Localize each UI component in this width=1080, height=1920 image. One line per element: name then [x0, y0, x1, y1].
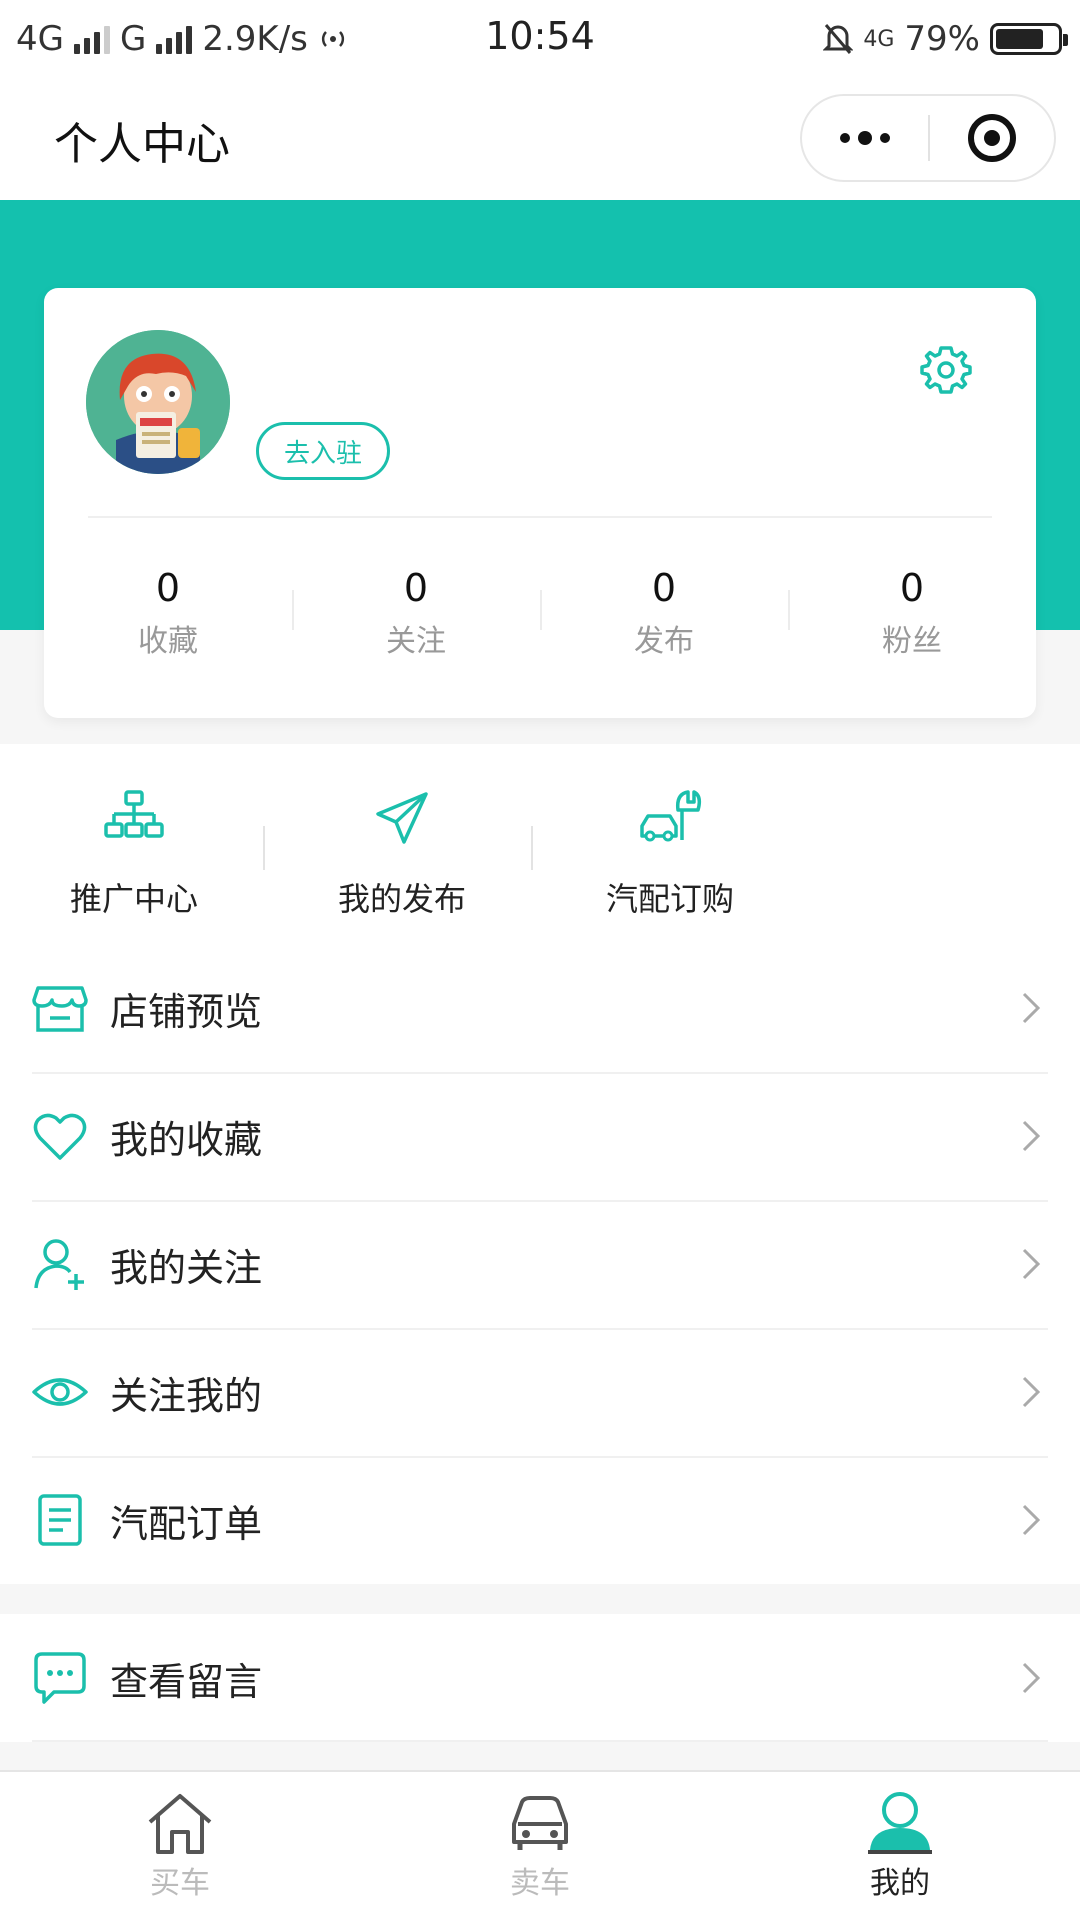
network-label-3: 4G [863, 26, 895, 52]
tab-label: 我的 [870, 1866, 930, 1901]
tool-promotion-center[interactable]: 推广中心 [0, 788, 268, 920]
tab-bar: 买车 卖车 我的 [0, 1770, 1080, 1920]
menu-item-parts-orders[interactable]: 汽配订单 [0, 1456, 1080, 1584]
tool-label: 汽配订购 [605, 880, 734, 918]
tool-label: 推广中心 [69, 880, 198, 918]
document-icon [38, 1494, 82, 1546]
tab-label: 卖车 [510, 1866, 570, 1901]
tab-label: 买车 [150, 1866, 210, 1901]
tab-mine[interactable]: 我的 [720, 1772, 1080, 1920]
quick-tools: 推广中心 我的发布 汽配订购 [0, 744, 1080, 944]
paper-plane-icon [376, 792, 428, 844]
stat-value: 0 [651, 566, 677, 610]
nav-bar: 个人中心 [0, 80, 1080, 200]
close-button[interactable] [930, 96, 1054, 180]
menu-item-view-messages[interactable]: 查看留言 [0, 1614, 1080, 1742]
menu-item-my-favorites[interactable]: 我的收藏 [0, 1072, 1080, 1200]
eye-icon [32, 1378, 88, 1406]
stat-posts[interactable]: 0 发布 [540, 564, 788, 664]
car-repair-icon [640, 790, 702, 842]
org-chart-icon [104, 790, 164, 838]
menu-label: 店铺预览 [110, 989, 263, 1034]
store-icon [32, 986, 88, 1032]
menu-label: 查看留言 [110, 1659, 263, 1704]
battery-icon [990, 23, 1068, 55]
stat-label: 收藏 [138, 624, 198, 659]
chevron-right-icon [1022, 1662, 1041, 1694]
mini-program-capsule [800, 94, 1056, 182]
heart-icon [33, 1113, 87, 1160]
page-title: 个人中心 [54, 119, 230, 170]
status-right: 4G 79% [823, 14, 1068, 64]
status-bar: 4G G 2.9K/s 10:54 4G 79% [0, 0, 1080, 80]
menu-label: 我的收藏 [110, 1117, 263, 1162]
chevron-right-icon [1022, 1248, 1041, 1280]
menu-list-2: 查看留言 [0, 1614, 1080, 1742]
tool-divider [531, 826, 533, 870]
menu-label: 汽配订单 [110, 1501, 263, 1546]
mute-bell-icon [823, 24, 854, 54]
stat-label: 粉丝 [882, 624, 942, 659]
menu-list: 店铺预览 我的收藏 我的关注 关注我的 汽配订单 [0, 944, 1080, 1584]
menu-item-followers[interactable]: 关注我的 [0, 1328, 1080, 1456]
gear-icon[interactable] [916, 340, 976, 400]
chevron-right-icon [1022, 1376, 1041, 1408]
battery-percent: 79% [904, 19, 980, 59]
user-icon [868, 1792, 932, 1854]
battery-fill [996, 29, 1044, 49]
car-icon [512, 1796, 568, 1850]
avatar[interactable] [86, 330, 230, 474]
menu-label: 关注我的 [110, 1373, 263, 1418]
tool-divider [263, 826, 265, 870]
menu-label: 我的关注 [110, 1245, 263, 1290]
tab-sell-car[interactable]: 卖车 [360, 1772, 720, 1920]
chevron-right-icon [1022, 1504, 1041, 1536]
more-button[interactable] [802, 96, 928, 180]
tool-parts-purchase[interactable]: 汽配订购 [536, 788, 804, 920]
stat-label: 发布 [634, 624, 694, 659]
stat-value: 0 [155, 566, 181, 610]
tool-label: 我的发布 [337, 880, 466, 918]
menu-item-my-following[interactable]: 我的关注 [0, 1200, 1080, 1328]
join-button[interactable]: 去入驻 [256, 422, 390, 480]
tool-my-posts[interactable]: 我的发布 [268, 788, 536, 920]
user-add-icon [34, 1239, 84, 1290]
stat-value: 0 [899, 566, 925, 610]
stat-value: 0 [403, 566, 429, 610]
stat-favorites[interactable]: 0 收藏 [44, 564, 292, 664]
stat-following[interactable]: 0 关注 [292, 564, 540, 664]
profile-card: 去入驻 0 收藏 0 关注 0 发布 0 粉丝 [44, 288, 1036, 718]
chevron-right-icon [1022, 1120, 1041, 1152]
chat-icon [34, 1652, 86, 1704]
menu-item-store-preview[interactable]: 店铺预览 [0, 944, 1080, 1072]
chevron-right-icon [1022, 992, 1041, 1024]
stat-label: 关注 [386, 624, 446, 659]
stats-row: 0 收藏 0 关注 0 发布 0 粉丝 [44, 564, 1036, 664]
stat-fans[interactable]: 0 粉丝 [788, 564, 1036, 664]
tab-buy-car[interactable]: 买车 [0, 1772, 360, 1920]
home-icon [148, 1794, 212, 1854]
close-circle-icon [967, 114, 1016, 162]
card-divider [88, 516, 992, 518]
